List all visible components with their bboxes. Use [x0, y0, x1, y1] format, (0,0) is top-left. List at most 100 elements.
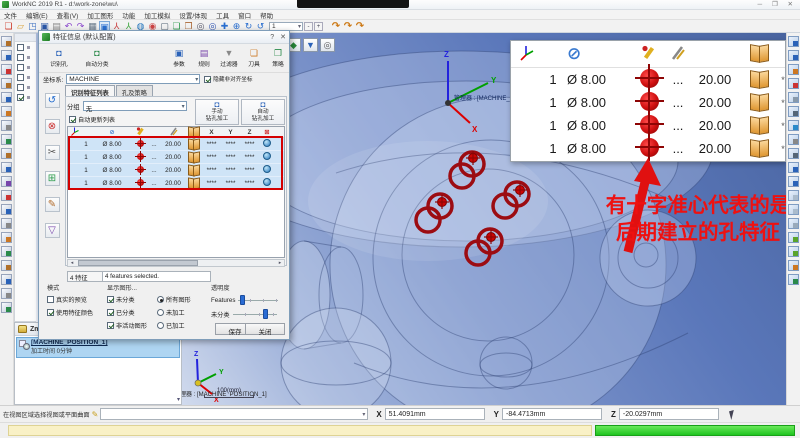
manual-drill-button[interactable]: ◘ 手动 钻孔加工 [195, 99, 239, 125]
funnel-icon[interactable]: ▽ [45, 223, 60, 238]
scroll-thumb[interactable] [78, 260, 198, 266]
close-dialog-button[interactable]: 关闭 [245, 323, 285, 335]
machined-radio[interactable]: 已加工 [157, 321, 191, 330]
checkbox-icon[interactable] [107, 322, 114, 329]
plane-icon[interactable] [788, 190, 799, 201]
tree-scroll-arrow[interactable]: ▾ [177, 396, 180, 403]
checkbox-icon[interactable] [47, 296, 54, 303]
layer-row[interactable] [15, 62, 37, 72]
table-hscrollbar[interactable]: ◂ ▸ [67, 259, 285, 267]
selection-combo[interactable]: ▾ [100, 408, 368, 420]
machining-zone-icon[interactable] [1, 36, 12, 47]
real-preview-checkbox[interactable]: 真实的预览 [47, 295, 105, 304]
z-value-field[interactable]: -20.0297mm [619, 408, 719, 420]
menu-item[interactable]: 功能 [122, 10, 135, 20]
dynamic-rotate-icon[interactable] [788, 162, 799, 173]
checkbox-icon[interactable] [69, 116, 76, 123]
layer-checkbox[interactable] [17, 54, 24, 61]
cut-feature-icon[interactable]: ✂ [45, 145, 60, 160]
layer-checkbox[interactable] [17, 64, 24, 71]
group-select[interactable]: 无 ▾ [83, 101, 187, 111]
side-view-icon[interactable] [788, 78, 799, 89]
help-tool-icon[interactable] [1, 302, 12, 313]
layer-row[interactable] [15, 92, 37, 102]
scroll-left-icon[interactable]: ◂ [68, 260, 76, 266]
slider-thumb[interactable] [263, 309, 268, 319]
layer-row[interactable] [15, 52, 37, 62]
toolpath-edit-icon[interactable] [1, 204, 12, 215]
holder-icon[interactable] [1, 162, 12, 173]
dialog-title-bar[interactable]: 特征信息 (默认配置) ? ✕ [39, 31, 289, 44]
remove-feature-icon[interactable]: ⊗ [45, 119, 60, 134]
chevron-down-icon[interactable]: ▾ [298, 23, 301, 30]
rules-button[interactable]: ▤ 规则 [192, 46, 216, 71]
checkbox-icon[interactable] [107, 309, 114, 316]
probe-icon[interactable] [1, 134, 12, 145]
front-view-icon[interactable] [788, 50, 799, 61]
machine-sim-icon[interactable] [1, 176, 12, 187]
leaf-icon[interactable] [788, 232, 799, 243]
checkbox-icon[interactable] [204, 76, 211, 83]
add-feature-icon[interactable]: ⊞ [45, 171, 60, 186]
layer-checkbox[interactable] [17, 84, 24, 91]
checkbox-icon[interactable] [47, 309, 54, 316]
section-view-icon[interactable] [788, 134, 799, 145]
tool-axis-icon[interactable] [788, 260, 799, 271]
collision-icon[interactable] [1, 190, 12, 201]
unclassified-slider[interactable] [233, 309, 277, 319]
menu-item[interactable]: 窗口 [238, 10, 251, 20]
edit-feature-icon[interactable]: ✎ [45, 197, 60, 212]
measure-icon[interactable] [788, 148, 799, 159]
filter-button[interactable]: ▼ 过滤器 [217, 46, 241, 71]
shaded-view-icon[interactable] [788, 92, 799, 103]
layer-row[interactable] [15, 82, 37, 92]
hole-recog-icon[interactable] [1, 246, 12, 257]
feature-icon[interactable] [1, 232, 12, 243]
menu-item[interactable]: 帮助 [260, 10, 273, 20]
magnifier-button[interactable]: ◎ [320, 38, 335, 52]
layer-row[interactable] [15, 42, 37, 52]
feature-row[interactable]: 1Ø 8.00 ...20.00 ************ [68, 151, 284, 164]
scroll-right-icon[interactable]: ▸ [276, 260, 284, 266]
menu-item[interactable]: 设置/体现 [179, 10, 207, 20]
feature-row[interactable]: 1Ø 8.00 ...20.00 ************ [68, 138, 284, 151]
recognize-holes-button[interactable]: ◘ 识别孔 [41, 46, 77, 71]
features-slider[interactable] [238, 295, 278, 305]
stock-icon[interactable] [1, 148, 12, 159]
strategy-button[interactable]: ❐ 策略 [266, 46, 290, 71]
radio-icon[interactable] [157, 309, 164, 316]
inactive-graphics-checkbox[interactable]: 非活动图形 [107, 321, 157, 330]
use-feature-color-checkbox[interactable]: 使用特征颜色 [47, 308, 105, 317]
all-graphics-radio[interactable]: 所有图形 [157, 295, 191, 304]
layer-checkbox[interactable] [17, 44, 24, 51]
menu-item[interactable]: 工具 [216, 10, 229, 20]
tree-item-label[interactable]: [MACHINE_POSITION_1] [31, 339, 177, 346]
menu-item[interactable]: 文件 [4, 10, 17, 20]
iso-view-icon[interactable] [788, 36, 799, 47]
unmachined-radio[interactable]: 未加工 [157, 308, 191, 317]
auto-update-checkbox[interactable]: 自动更新列表 [69, 115, 115, 124]
wireframe-icon[interactable] [788, 106, 799, 117]
report-icon[interactable] [1, 274, 12, 285]
layer-row[interactable] [15, 72, 37, 82]
lathe-icon[interactable] [1, 120, 12, 131]
menu-item[interactable]: 编辑(E) [26, 10, 48, 20]
slider-thumb[interactable] [240, 295, 245, 305]
classified-checkbox[interactable]: 已分类 [107, 308, 157, 317]
drill-icon[interactable] [1, 106, 12, 117]
menu-item[interactable]: 加工模拟 [144, 10, 170, 20]
surface-list-icon[interactable] [1, 50, 12, 61]
leaf2-icon[interactable] [788, 246, 799, 257]
help-button[interactable]: ? [270, 34, 274, 41]
open-folder-icon[interactable]: ▱ [15, 21, 26, 32]
checkbox-icon[interactable] [107, 296, 114, 303]
menu-item[interactable]: 查看(V) [57, 10, 79, 20]
mill-3axis-icon[interactable] [1, 78, 12, 89]
zoom-plus-button[interactable]: + [314, 22, 323, 31]
zoom-minus-button[interactable]: - [304, 22, 313, 31]
x-value-field[interactable]: 51.4091mm [385, 408, 485, 420]
rotate-arc3-icon[interactable]: ↷ [354, 21, 366, 32]
params-button[interactable]: ▣ 参数 [167, 46, 191, 71]
menu-item[interactable]: 加工图形 [87, 10, 113, 20]
chevron-down-icon[interactable]: ▾ [362, 411, 365, 418]
